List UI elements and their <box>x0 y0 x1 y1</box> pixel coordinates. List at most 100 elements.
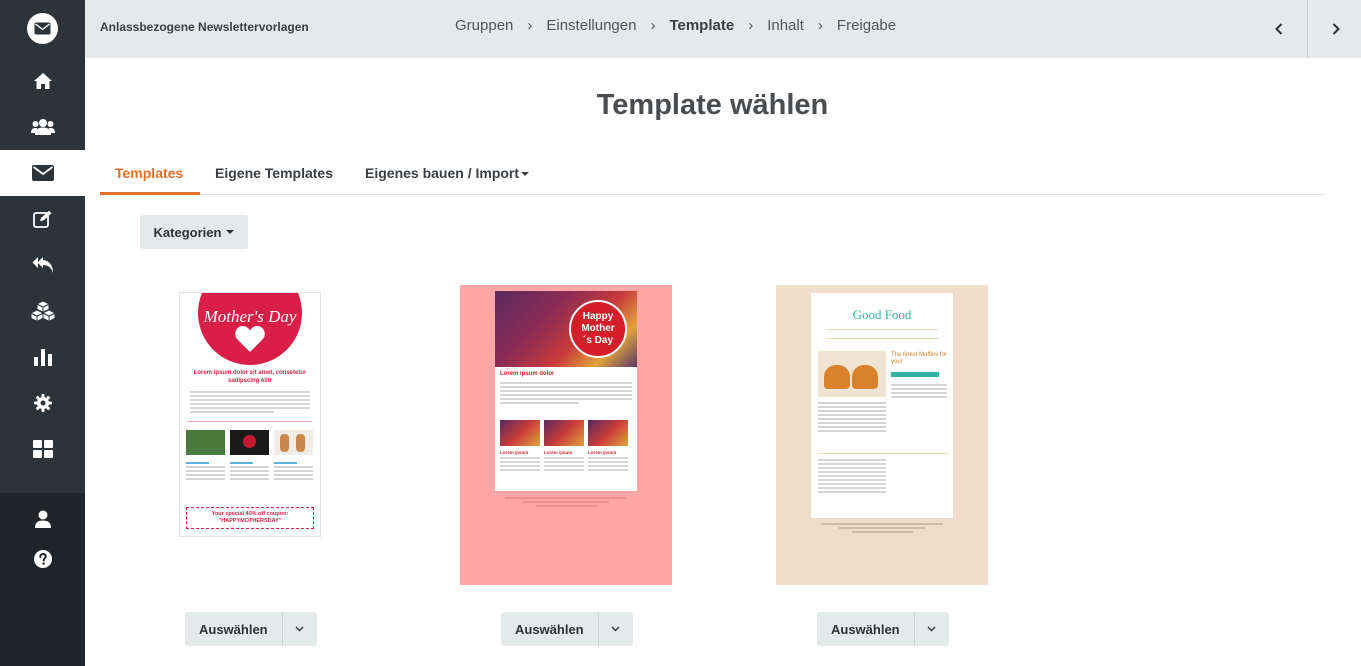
heart-icon <box>235 326 265 352</box>
template-heading: Lorem ipsum dolor sit amet, consetetur s… <box>193 370 307 384</box>
breadcrumb-step-gruppen[interactable]: Gruppen <box>455 17 513 34</box>
select-group-template-1: Auswählen <box>185 612 317 646</box>
divider <box>826 338 938 339</box>
sidebar-item-edit[interactable] <box>0 196 85 242</box>
divider <box>818 453 948 454</box>
dashboard-icon <box>32 440 53 458</box>
template-options-dropdown[interactable] <box>597 612 633 646</box>
lorem-block <box>818 457 886 495</box>
thumbnail-image <box>274 430 313 455</box>
cubes-icon <box>31 301 54 321</box>
tab-templates[interactable]: Templates <box>115 165 183 181</box>
breadcrumb-step-template[interactable]: Template <box>669 17 734 34</box>
template-tabs: Templates Eigene Templates Eigenes bauen… <box>100 152 1325 195</box>
column-text <box>274 460 313 482</box>
breadcrumb-step-inhalt[interactable]: Inhalt <box>767 17 804 34</box>
chevron-down-icon <box>611 626 620 632</box>
mothers-day-badge: Happy Mother´s Day <box>569 300 627 358</box>
app-title: Anlassbezogene Newslettervorlagen <box>100 20 309 34</box>
sidebar <box>0 0 85 666</box>
page-title: Template wählen <box>596 89 829 121</box>
chevron-right-icon: › <box>748 17 754 34</box>
sidebar-item-home[interactable] <box>0 58 85 104</box>
sidebar-item-statistics[interactable] <box>0 334 85 380</box>
banner-text: Mother's Day <box>203 307 297 326</box>
column-text: Lorem ipsum <box>500 450 540 473</box>
sidebar-item-newsletter[interactable] <box>0 150 85 196</box>
template-headline: The finest Muffins for you! <box>891 352 947 365</box>
topbar: Anlassbezogene Newslettervorlagen Gruppe… <box>85 0 1361 58</box>
chevron-right-icon <box>1332 23 1340 35</box>
reply-icon <box>32 257 53 273</box>
tab-own-templates[interactable]: Eigene Templates <box>215 165 333 181</box>
active-tab-indicator <box>100 192 200 195</box>
select-group-template-3: Auswählen <box>817 612 949 646</box>
chevron-down-icon <box>295 626 304 632</box>
footer-text <box>505 495 627 509</box>
sidebar-item-dashboard[interactable] <box>0 426 85 472</box>
select-template-button[interactable]: Auswählen <box>185 612 282 646</box>
sidebar-item-help[interactable] <box>0 536 85 582</box>
column-heading: Lorem ipsum <box>588 450 617 455</box>
sidebar-item-replies[interactable] <box>0 242 85 288</box>
template-preview-mothers-day-pink[interactable]: Happy Mother´s Day Lorem ipsum dolor Lor… <box>460 285 672 585</box>
categories-dropdown-button[interactable]: Kategorien <box>140 215 248 249</box>
thumbnail-image <box>186 430 225 455</box>
lorem-block <box>891 382 947 400</box>
muffin-image <box>818 351 886 397</box>
caret-down-icon <box>521 172 530 177</box>
select-template-button[interactable]: Auswählen <box>817 612 914 646</box>
thumbnail-image <box>500 420 540 446</box>
footer-text <box>821 521 943 535</box>
edit-icon <box>32 210 51 228</box>
select-template-button[interactable]: Auswählen <box>501 612 598 646</box>
tab-build-import[interactable]: Eigenes bauen / Import <box>365 165 530 181</box>
column-text: Lorem ipsum <box>588 450 628 473</box>
template-preview-good-food[interactable]: Good Food The finest Muffins for you! <box>776 285 988 585</box>
users-icon <box>30 119 55 135</box>
chevron-right-icon: › <box>650 17 656 34</box>
previous-step-button[interactable] <box>1250 0 1307 58</box>
cta-button <box>891 372 939 377</box>
sidebar-item-groups[interactable] <box>0 104 85 150</box>
coupon-box: Your special 40% off coupon: "HAPPYMOTHE… <box>186 507 314 529</box>
column-text <box>230 460 269 482</box>
next-step-button[interactable] <box>1307 0 1361 58</box>
template-options-dropdown[interactable] <box>281 612 317 646</box>
gear-icon <box>33 394 52 412</box>
template-preview-mothers-day-white[interactable]: Mother's Day Lorem ipsum dolor sit amet,… <box>179 292 321 537</box>
divider <box>188 421 312 422</box>
coupon-line: Your special 40% off coupon: <box>211 511 289 517</box>
envelope-icon <box>31 165 54 181</box>
lorem-block <box>818 400 886 434</box>
breadcrumb-step-einstellungen[interactable]: Einstellungen <box>546 17 636 34</box>
lorem-block <box>190 389 310 415</box>
thumbnail-image <box>230 430 269 455</box>
select-group-template-2: Auswählen <box>501 612 633 646</box>
wizard-breadcrumb: Gruppen › Einstellungen › Template › Inh… <box>455 17 896 34</box>
thumbnail-image <box>588 420 628 446</box>
caret-down-icon <box>226 230 235 234</box>
lorem-block <box>500 380 632 406</box>
template-options-dropdown[interactable] <box>913 612 949 646</box>
mail-icon <box>34 22 51 35</box>
home-icon <box>33 73 52 89</box>
app-logo[interactable] <box>27 13 58 44</box>
help-icon <box>33 550 52 568</box>
chevron-down-icon <box>927 626 936 632</box>
sidebar-item-modules[interactable] <box>0 288 85 334</box>
categories-label: Kategorien <box>153 224 222 240</box>
good-food-logo: Good Food <box>852 307 912 322</box>
tab-build-import-label: Eigenes bauen / Import <box>365 165 520 181</box>
chevron-right-icon: › <box>527 17 533 34</box>
bar-chart-icon <box>33 349 52 366</box>
template-heading: Lorem ipsum dolor <box>500 371 555 377</box>
column-text <box>186 460 225 482</box>
divider <box>826 329 938 330</box>
chevron-left-icon <box>1274 23 1282 35</box>
breadcrumb-step-freigabe[interactable]: Freigabe <box>837 17 896 34</box>
chevron-right-icon: › <box>817 17 823 34</box>
sidebar-item-settings[interactable] <box>0 380 85 426</box>
user-icon <box>34 510 51 528</box>
column-heading: Lorem ipsum <box>500 450 529 455</box>
